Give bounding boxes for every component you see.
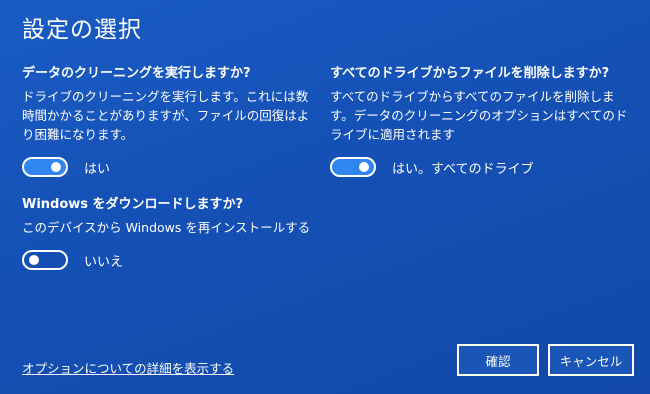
cleanup-section: データのクリーニングを実行しますか? ドライブのクリーニングを実行します。これに… <box>22 62 320 177</box>
cleanup-heading: データのクリーニングを実行しますか? <box>22 66 251 81</box>
cancel-button[interactable]: キャンセル <box>548 344 634 376</box>
download-description: このデバイスから Windows を再インストールする <box>22 220 311 235</box>
download-toggle-label: いいえ <box>84 254 124 270</box>
confirm-button[interactable]: 確認 <box>457 344 539 376</box>
toggle-knob <box>359 162 369 172</box>
all-drives-description: すべてのドライブからすべてのファイルを削除します。データのクリーニングのオプショ… <box>330 89 628 142</box>
cleanup-toggle-row: はい <box>22 157 320 177</box>
all-drives-toggle[interactable] <box>330 157 376 177</box>
page-title: 設定の選択 <box>22 17 142 43</box>
download-heading: Windows をダウンロードしますか? <box>22 197 244 212</box>
cleanup-toggle[interactable] <box>22 157 68 177</box>
download-toggle[interactable] <box>22 250 68 270</box>
all-drives-heading: すべてのドライブからファイルを削除しますか? <box>330 66 610 81</box>
download-section: Windows をダウンロードしますか? このデバイスから Windows を再… <box>22 193 342 270</box>
toggle-knob <box>51 162 61 172</box>
all-drives-toggle-row: はい。すべてのドライブ <box>330 157 630 177</box>
details-link[interactable]: オプションについての詳細を表示する <box>22 358 234 377</box>
cleanup-description: ドライブのクリーニングを実行します。これには数時間かかることがありますが、ファイ… <box>22 89 310 142</box>
cleanup-toggle-label: はい <box>84 161 111 177</box>
download-toggle-row: いいえ <box>22 250 342 270</box>
all-drives-toggle-label: はい。すべてのドライブ <box>392 161 534 177</box>
all-drives-section: すべてのドライブからファイルを削除しますか? すべてのドライブからすべてのファイ… <box>330 62 630 177</box>
toggle-knob <box>29 255 39 265</box>
